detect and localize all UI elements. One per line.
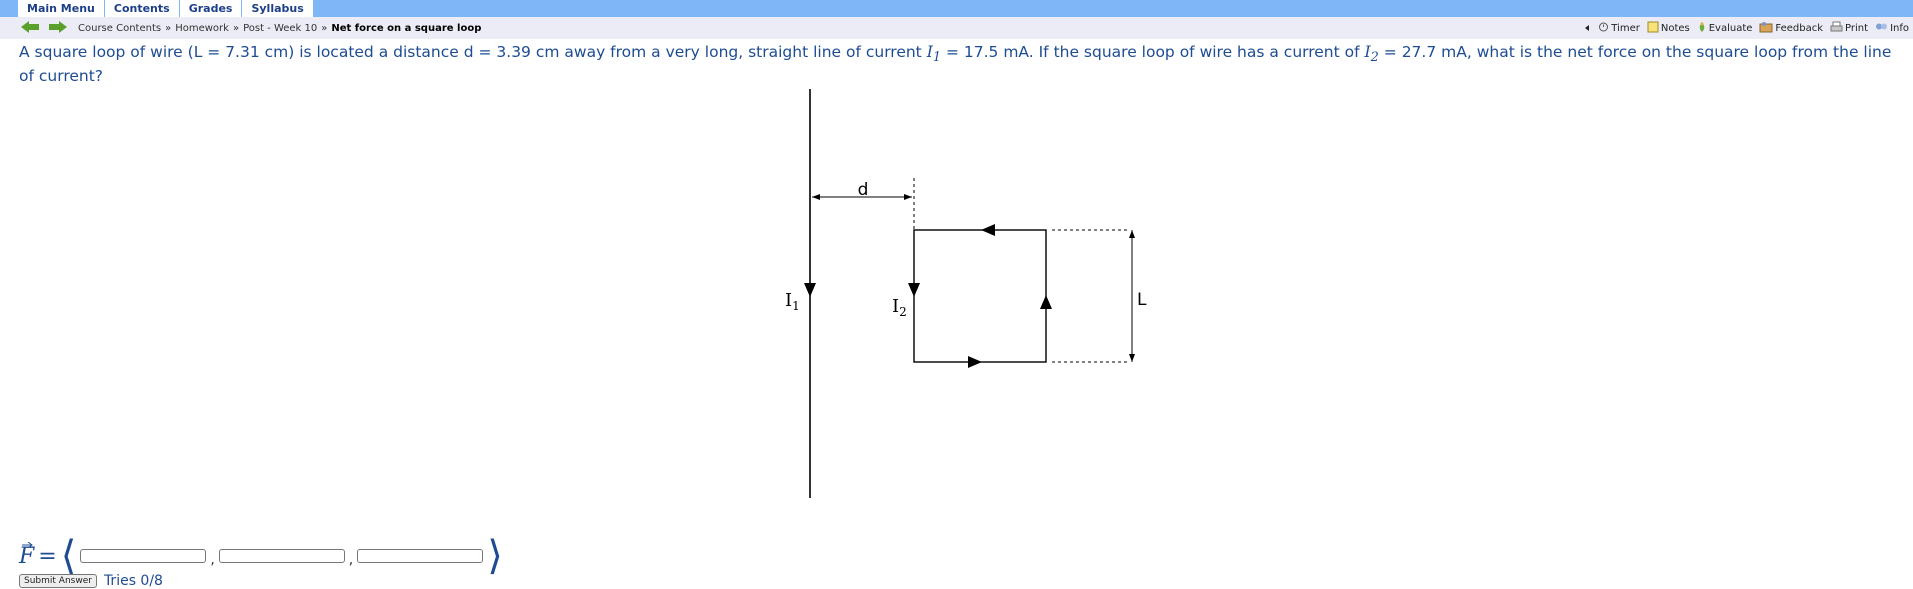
comma-separator: ,	[210, 552, 215, 568]
vector-arrow-icon	[22, 541, 33, 548]
square-loop	[913, 229, 1047, 363]
loop-arrow-right	[1040, 295, 1052, 309]
loop-diagram: d L I1 I2	[785, 89, 1147, 498]
L-arrow-bottom	[1129, 354, 1135, 362]
d-arrow-left	[812, 194, 820, 200]
label-L: L	[1137, 290, 1147, 310]
answer-input-z[interactable]	[357, 549, 484, 563]
answer-input-y[interactable]	[218, 549, 345, 563]
submit-answer-button[interactable]: Submit Answer	[19, 574, 97, 588]
loop-arrow-bottom	[968, 356, 982, 368]
label-I2: I2	[892, 296, 907, 319]
force-vector-symbol: F	[19, 541, 35, 569]
left-angle-bracket: ⟨	[60, 533, 77, 579]
answer-input-x[interactable]	[80, 549, 207, 563]
equals-sign: =	[38, 543, 57, 569]
d-arrow-right	[904, 194, 912, 200]
label-I1: I1	[785, 290, 800, 313]
answer-row: F = ⟨ , , ⟩	[19, 533, 503, 579]
tries-counter: Tries 0/8	[103, 573, 163, 589]
submit-row: Submit Answer Tries 0/8	[19, 573, 163, 589]
comma-separator: ,	[348, 552, 354, 568]
wire-current-arrow	[804, 283, 816, 297]
right-angle-bracket: ⟩	[487, 533, 503, 579]
L-arrow-top	[1129, 230, 1135, 238]
label-d: d	[858, 180, 869, 200]
loop-arrow-left	[908, 283, 920, 297]
loop-arrow-top	[981, 224, 995, 236]
